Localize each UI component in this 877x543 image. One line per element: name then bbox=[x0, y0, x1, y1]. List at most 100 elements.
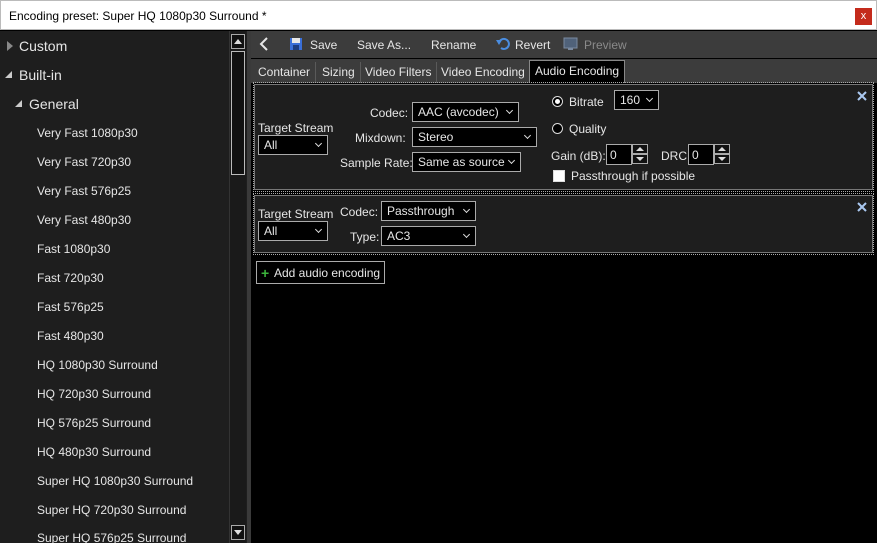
target-stream-value: All bbox=[264, 138, 278, 152]
bitrate-label: Bitrate bbox=[569, 95, 604, 109]
passthrough-label: Passthrough if possible bbox=[571, 169, 696, 183]
codec-value: Passthrough bbox=[387, 204, 455, 218]
target-stream-select[interactable]: All bbox=[258, 135, 328, 155]
preset-item[interactable]: Fast 720p30 bbox=[37, 271, 104, 285]
codec-select[interactable]: Passthrough bbox=[381, 201, 476, 221]
remove-encoding-icon[interactable] bbox=[856, 201, 868, 213]
preset-item[interactable]: HQ 576p25 Surround bbox=[37, 416, 151, 430]
save-icon bbox=[290, 38, 302, 50]
type-value: AC3 bbox=[387, 229, 411, 243]
chevron-down-icon bbox=[645, 94, 654, 103]
mixdown-select[interactable]: Stereo bbox=[412, 127, 537, 147]
drc-increase-button[interactable] bbox=[714, 144, 730, 154]
preset-item[interactable]: Fast 576p25 bbox=[37, 300, 104, 314]
collapse-builtin-icon[interactable] bbox=[5, 71, 12, 78]
window-title: Encoding preset: Super HQ 1080p30 Surrou… bbox=[9, 9, 267, 23]
preset-item[interactable]: Fast 1080p30 bbox=[37, 242, 110, 256]
tab-container[interactable]: Container bbox=[253, 62, 317, 83]
quality-radio[interactable] bbox=[552, 123, 563, 134]
preview-button[interactable]: Preview bbox=[584, 38, 627, 52]
gain-label: Gain (dB): bbox=[551, 149, 606, 163]
title-bar: Encoding preset: Super HQ 1080p30 Surrou… bbox=[0, 0, 877, 30]
target-stream-label: Target Stream bbox=[258, 121, 334, 135]
add-audio-encoding-button[interactable]: + Add audio encoding bbox=[256, 261, 385, 284]
preset-item[interactable]: Super HQ 576p25 Surround bbox=[37, 531, 186, 543]
drc-decrease-button[interactable] bbox=[714, 154, 730, 164]
bitrate-select[interactable]: 160 bbox=[614, 90, 659, 110]
scroll-down-button[interactable] bbox=[231, 525, 245, 540]
target-stream-value: All bbox=[264, 224, 278, 238]
plus-icon: + bbox=[261, 265, 270, 281]
tree-item-builtin[interactable]: Built-in bbox=[19, 67, 62, 83]
preset-item[interactable]: Very Fast 720p30 bbox=[37, 155, 131, 169]
bitrate-value: 160 bbox=[620, 93, 641, 107]
preset-tree: Custom Built-in General Very Fast 1080p3… bbox=[0, 31, 247, 543]
scroll-up-button[interactable] bbox=[231, 34, 245, 49]
arrow-down-icon bbox=[234, 530, 242, 535]
chevron-down-icon bbox=[462, 230, 471, 239]
expand-custom-icon[interactable] bbox=[7, 41, 13, 51]
close-window-button[interactable]: x bbox=[855, 8, 872, 25]
preset-item[interactable]: Fast 480p30 bbox=[37, 329, 104, 343]
preset-item[interactable]: Super HQ 720p30 Surround bbox=[37, 503, 186, 517]
collapse-general-icon[interactable] bbox=[15, 100, 22, 107]
add-audio-encoding-label: Add audio encoding bbox=[274, 266, 381, 280]
arrow-down-icon bbox=[718, 157, 726, 161]
preset-item[interactable]: Very Fast 480p30 bbox=[37, 213, 131, 227]
chevron-down-icon bbox=[505, 106, 514, 115]
revert-icon bbox=[496, 37, 510, 50]
chevron-down-icon bbox=[462, 205, 471, 214]
gain-increase-button[interactable] bbox=[632, 144, 648, 154]
sample-rate-value: Same as source bbox=[418, 155, 505, 169]
preset-item[interactable]: Very Fast 576p25 bbox=[37, 184, 131, 198]
gain-value: 0 bbox=[610, 148, 617, 162]
preset-item[interactable]: Super HQ 1080p30 Surround bbox=[37, 474, 193, 488]
tab-bar: Container Sizing Video Filters Video Enc… bbox=[251, 59, 877, 83]
main-pane: Save Save As... Rename Revert Preview Co… bbox=[251, 31, 877, 543]
drc-stepper[interactable]: 0 bbox=[688, 144, 730, 165]
sample-rate-select[interactable]: Same as source bbox=[412, 152, 521, 172]
tab-video-filters[interactable]: Video Filters bbox=[360, 62, 438, 83]
codec-value: AAC (avcodec) bbox=[418, 105, 499, 119]
chevron-down-icon bbox=[523, 131, 532, 140]
chevron-down-icon bbox=[507, 156, 516, 165]
type-select[interactable]: AC3 bbox=[381, 226, 476, 246]
sample-rate-label: Sample Rate: bbox=[340, 156, 413, 170]
arrow-up-icon bbox=[636, 147, 644, 151]
tree-item-custom[interactable]: Custom bbox=[19, 38, 67, 54]
save-button[interactable]: Save bbox=[310, 38, 337, 52]
arrow-down-icon bbox=[636, 157, 644, 161]
codec-select[interactable]: AAC (avcodec) bbox=[412, 102, 519, 122]
preset-item[interactable]: Very Fast 1080p30 bbox=[37, 126, 138, 140]
scroll-thumb[interactable] bbox=[231, 51, 245, 175]
revert-button[interactable]: Revert bbox=[515, 38, 550, 52]
drc-value: 0 bbox=[692, 148, 699, 162]
bitrate-radio[interactable] bbox=[552, 96, 563, 107]
arrow-up-icon bbox=[718, 147, 726, 151]
tree-item-general[interactable]: General bbox=[29, 96, 79, 112]
gain-decrease-button[interactable] bbox=[632, 154, 648, 164]
passthrough-checkbox[interactable] bbox=[553, 170, 565, 182]
save-as-button[interactable]: Save As... bbox=[357, 38, 411, 52]
target-stream-label: Target Stream bbox=[258, 207, 334, 221]
tab-video-encoding[interactable]: Video Encoding bbox=[436, 62, 531, 83]
gain-stepper[interactable]: 0 bbox=[606, 144, 648, 165]
preset-item[interactable]: HQ 480p30 Surround bbox=[37, 445, 151, 459]
audio-encoding-2: Target Stream All Codec: Passthrough Typ… bbox=[254, 195, 873, 253]
back-arrow-icon[interactable] bbox=[258, 37, 269, 51]
chevron-down-icon bbox=[314, 225, 323, 234]
remove-encoding-icon[interactable] bbox=[856, 90, 868, 102]
tab-audio-encoding[interactable]: Audio Encoding bbox=[529, 60, 626, 83]
codec-label: Codec: bbox=[340, 205, 379, 219]
chevron-down-icon bbox=[314, 139, 323, 148]
target-stream-select[interactable]: All bbox=[258, 221, 328, 241]
preset-item[interactable]: HQ 720p30 Surround bbox=[37, 387, 151, 401]
preset-item[interactable]: HQ 1080p30 Surround bbox=[37, 358, 158, 372]
sidebar-scrollbar[interactable] bbox=[229, 31, 246, 543]
type-label: Type: bbox=[350, 230, 380, 244]
rename-button[interactable]: Rename bbox=[431, 38, 476, 52]
quality-label: Quality bbox=[569, 122, 607, 136]
mixdown-label: Mixdown: bbox=[355, 131, 406, 145]
codec-label: Codec: bbox=[370, 106, 409, 120]
tab-sizing[interactable]: Sizing bbox=[317, 62, 361, 83]
